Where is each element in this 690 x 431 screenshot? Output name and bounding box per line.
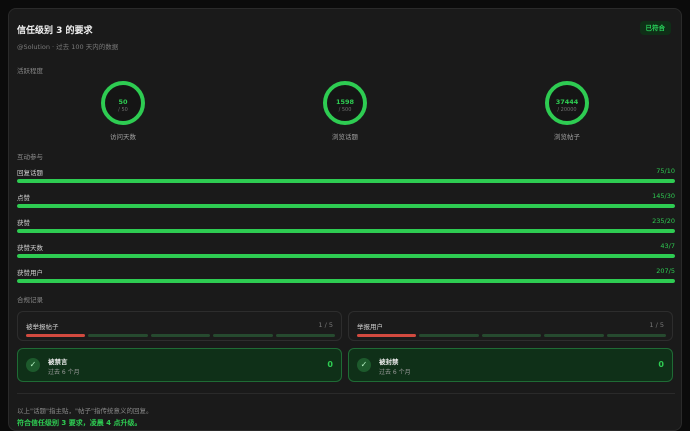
- ring-value: 37444: [555, 98, 579, 106]
- progress-label: 获赞用户: [17, 269, 43, 277]
- flag-count: 1 / 5: [318, 321, 333, 329]
- penalty-subtitle: 过去 6 个月: [48, 369, 80, 376]
- progress-label: 点赞: [17, 194, 30, 202]
- penalty-subtitle: 过去 6 个月: [379, 369, 411, 376]
- penalty-value: 0: [327, 360, 333, 369]
- ring-label: 浏览话题: [332, 133, 358, 141]
- flag-label: 被举报帖子: [26, 323, 59, 331]
- progress-label: 获赞: [17, 219, 30, 227]
- penalty-title: 被禁言: [48, 358, 68, 366]
- progress-fill: [17, 279, 675, 283]
- flag-segments: [26, 334, 336, 337]
- progress-fill: [17, 229, 675, 233]
- ring-target: / 500: [338, 107, 352, 113]
- ring-target: / 50: [118, 107, 128, 113]
- activity-section-title: 活跃程度: [17, 67, 43, 75]
- progress-track: [17, 204, 675, 208]
- penalty-title: 被封禁: [379, 358, 399, 366]
- progress-value: 43/7: [660, 242, 675, 250]
- progress-label: 获赞天数: [17, 244, 43, 252]
- penalty-value: 0: [658, 360, 664, 369]
- page-subtitle: @Solution · 过去 100 天内的数据: [17, 43, 119, 51]
- progress-fill: [17, 254, 675, 258]
- flag-segment: [419, 334, 479, 337]
- progress-value: 145/30: [652, 192, 675, 200]
- flag-segment: [606, 334, 667, 337]
- progress-value: 207/5: [656, 267, 675, 275]
- divider: [17, 393, 675, 394]
- ring-label: 访问天数: [110, 133, 136, 141]
- flagged-posts-box: 被举报帖子 1 / 5: [17, 311, 342, 341]
- compliance-section-title: 合规记录: [17, 296, 43, 304]
- progress-track: [17, 279, 675, 283]
- flag-segments: [357, 334, 667, 337]
- flag-segment: [481, 334, 542, 337]
- ring-value: 50: [118, 98, 128, 106]
- check-icon: ✓: [26, 358, 40, 372]
- flag-segment: [150, 334, 211, 337]
- progress-label: 回复话题: [17, 169, 43, 177]
- ring-value: 1598: [335, 98, 355, 106]
- silenced-box: ✓ 被禁言 过去 6 个月 0: [17, 348, 342, 382]
- flag-segment: [357, 334, 417, 337]
- ring-visit-days: 50 / 50: [101, 81, 145, 125]
- flag-label: 举报用户: [357, 323, 383, 331]
- progress-value: 235/20: [652, 217, 675, 225]
- page-title: 信任级别 3 的要求: [17, 26, 93, 36]
- progress-fill: [17, 179, 675, 183]
- flagged-users-box: 举报用户 1 / 5: [348, 311, 673, 341]
- progress-value: 75/10: [656, 167, 675, 175]
- requirements-card: 信任级别 3 的要求 @Solution · 过去 100 天内的数据 已符合 …: [8, 8, 682, 431]
- flag-segment: [544, 334, 604, 337]
- flag-count: 1 / 5: [649, 321, 664, 329]
- progress-track: [17, 254, 675, 258]
- progress-track: [17, 179, 675, 183]
- ring-target: / 20000: [557, 107, 577, 113]
- footer-note: 以上"话题"指主贴，"帖子"指传统意义的回复。: [17, 407, 153, 415]
- footer-result: 符合信任级别 3 要求，凌晨 4 点升级。: [17, 419, 142, 427]
- progress-track: [17, 229, 675, 233]
- ring-topics-viewed: 1598 / 500: [323, 81, 367, 125]
- engagement-section-title: 互动参与: [17, 153, 43, 161]
- flag-segment: [88, 334, 148, 337]
- progress-fill: [17, 204, 675, 208]
- flag-segment: [26, 334, 86, 337]
- status-badge: 已符合: [639, 21, 671, 35]
- check-icon: ✓: [357, 358, 371, 372]
- flag-segment: [275, 334, 336, 337]
- suspended-box: ✓ 被封禁 过去 6 个月 0: [348, 348, 673, 382]
- ring-label: 浏览帖子: [554, 133, 580, 141]
- ring-posts-read: 37444 / 20000: [545, 81, 589, 125]
- flag-segment: [213, 334, 273, 337]
